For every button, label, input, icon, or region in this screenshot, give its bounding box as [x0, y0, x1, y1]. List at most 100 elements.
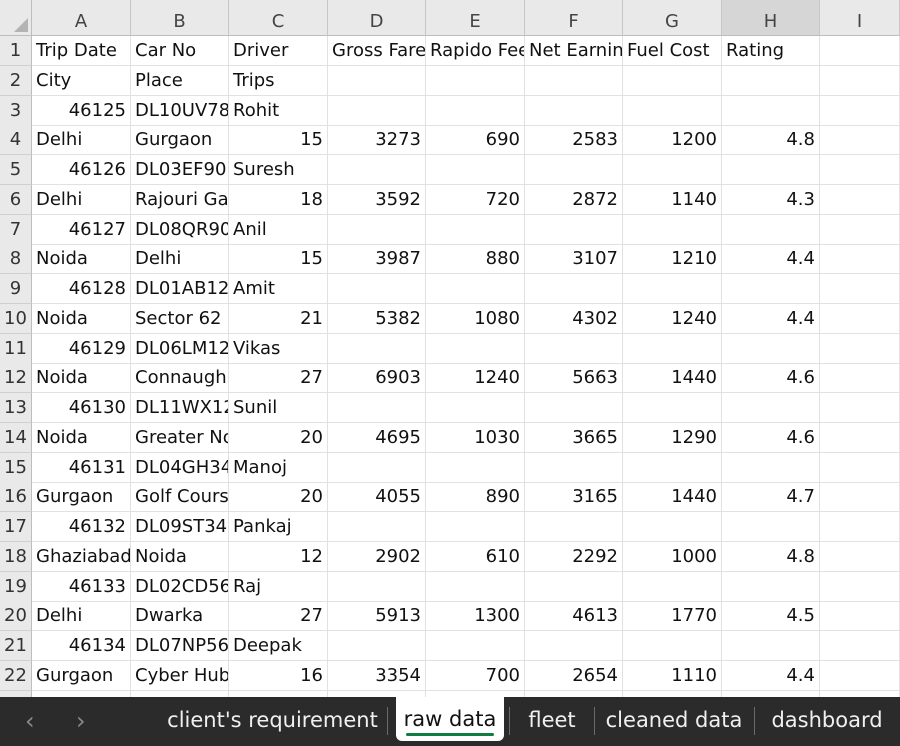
cell-a12[interactable]: Noida [32, 363, 131, 394]
cell-h13[interactable] [722, 393, 820, 423]
cell-c18[interactable]: 12 [229, 541, 328, 572]
cell-f13[interactable] [525, 393, 623, 423]
cell-i16[interactable] [820, 482, 900, 513]
cell-c16[interactable]: 20 [229, 482, 328, 513]
cell-c8[interactable]: 15 [229, 244, 328, 275]
cell-c13[interactable]: Sunil [229, 393, 328, 423]
cell-e21[interactable] [426, 631, 525, 661]
cell-c14[interactable]: 20 [229, 422, 328, 453]
cell-i10[interactable] [820, 303, 900, 334]
cell-e2[interactable] [426, 65, 525, 96]
cell-b9[interactable]: DL01AB12 [131, 274, 229, 304]
column-header-b[interactable]: B [131, 0, 229, 36]
row-header-3[interactable]: 3 [0, 95, 32, 126]
cell-a2[interactable]: City [32, 65, 131, 96]
cell-c20[interactable]: 27 [229, 601, 328, 632]
cell-d17[interactable] [328, 512, 426, 542]
cell-d20[interactable]: 5913 [328, 601, 426, 632]
cell-a19[interactable]: 46133 [32, 571, 131, 602]
cell-b12[interactable]: Connaugh [131, 363, 229, 394]
cell-f11[interactable] [525, 333, 623, 364]
cell-f5[interactable] [525, 155, 623, 185]
sheet-tab-client-s-requirement[interactable]: client's requirement [165, 697, 380, 743]
cell-i17[interactable] [820, 512, 900, 542]
cell-a20[interactable]: Delhi [32, 601, 131, 632]
cell-d8[interactable]: 3987 [328, 244, 426, 275]
cell-g1[interactable]: Fuel Cost [623, 36, 722, 66]
cell-h2[interactable] [722, 65, 820, 96]
cell-h8[interactable]: 4.4 [722, 244, 820, 275]
cell-h17[interactable] [722, 512, 820, 542]
cell-i4[interactable] [820, 125, 900, 156]
cell-e11[interactable] [426, 333, 525, 364]
cell-g10[interactable]: 1240 [623, 303, 722, 334]
row-header-15[interactable]: 15 [0, 452, 32, 483]
row-header-21[interactable]: 21 [0, 631, 32, 661]
cell-i13[interactable] [820, 393, 900, 423]
select-all-corner[interactable] [0, 0, 32, 36]
cell-c7[interactable]: Anil [229, 214, 328, 245]
cell-a16[interactable]: Gurgaon [32, 482, 131, 513]
cell-i11[interactable] [820, 333, 900, 364]
row-header-5[interactable]: 5 [0, 155, 32, 185]
cell-f1[interactable]: Net Earning [525, 36, 623, 66]
cell-f19[interactable] [525, 571, 623, 602]
cell-h1[interactable]: Rating [722, 36, 820, 66]
cell-c4[interactable]: 15 [229, 125, 328, 156]
cell-h12[interactable]: 4.6 [722, 363, 820, 394]
cell-h6[interactable]: 4.3 [722, 184, 820, 215]
cell-b18[interactable]: Noida [131, 541, 229, 572]
cell-b2[interactable]: Place [131, 65, 229, 96]
cell-g17[interactable] [623, 512, 722, 542]
cell-a22[interactable]: Gurgaon [32, 660, 131, 691]
cell-e19[interactable] [426, 571, 525, 602]
cell-h3[interactable] [722, 95, 820, 126]
cell-f20[interactable]: 4613 [525, 601, 623, 632]
cell-b21[interactable]: DL07NP56 [131, 631, 229, 661]
cell-a7[interactable]: 46127 [32, 214, 131, 245]
cell-c17[interactable]: Pankaj [229, 512, 328, 542]
cell-e5[interactable] [426, 155, 525, 185]
row-header-16[interactable]: 16 [0, 482, 32, 513]
cell-b1[interactable]: Car No [131, 36, 229, 66]
cell-f7[interactable] [525, 214, 623, 245]
cell-d18[interactable]: 2902 [328, 541, 426, 572]
cell-h15[interactable] [722, 452, 820, 483]
cell-f2[interactable] [525, 65, 623, 96]
cell-a17[interactable]: 46132 [32, 512, 131, 542]
cell-a6[interactable]: Delhi [32, 184, 131, 215]
cell-d11[interactable] [328, 333, 426, 364]
cell-c5[interactable]: Suresh [229, 155, 328, 185]
column-header-i[interactable]: I [820, 0, 900, 36]
next-sheet-icon[interactable]: › [76, 707, 86, 735]
cell-b7[interactable]: DL08QR90 [131, 214, 229, 245]
cell-b13[interactable]: DL11WX12 [131, 393, 229, 423]
cell-b15[interactable]: DL04GH34 [131, 452, 229, 483]
row-header-11[interactable]: 11 [0, 333, 32, 364]
cell-e12[interactable]: 1240 [426, 363, 525, 394]
cell-g5[interactable] [623, 155, 722, 185]
cell-g22[interactable]: 1110 [623, 660, 722, 691]
cell-a9[interactable]: 46128 [32, 274, 131, 304]
cell-a21[interactable]: 46134 [32, 631, 131, 661]
cell-e15[interactable] [426, 452, 525, 483]
cell-i9[interactable] [820, 274, 900, 304]
cell-h21[interactable] [722, 631, 820, 661]
cell-h7[interactable] [722, 214, 820, 245]
cell-f18[interactable]: 2292 [525, 541, 623, 572]
cell-c10[interactable]: 21 [229, 303, 328, 334]
cell-d15[interactable] [328, 452, 426, 483]
cell-g20[interactable]: 1770 [623, 601, 722, 632]
cell-c12[interactable]: 27 [229, 363, 328, 394]
row-header-7[interactable]: 7 [0, 214, 32, 245]
cell-d3[interactable] [328, 95, 426, 126]
cell-h5[interactable] [722, 155, 820, 185]
cell-g18[interactable]: 1000 [623, 541, 722, 572]
cell-c6[interactable]: 18 [229, 184, 328, 215]
column-header-e[interactable]: E [426, 0, 525, 36]
row-header-6[interactable]: 6 [0, 184, 32, 215]
cell-d22[interactable]: 3354 [328, 660, 426, 691]
column-header-a[interactable]: A [32, 0, 131, 36]
cell-i18[interactable] [820, 541, 900, 572]
cell-g3[interactable] [623, 95, 722, 126]
